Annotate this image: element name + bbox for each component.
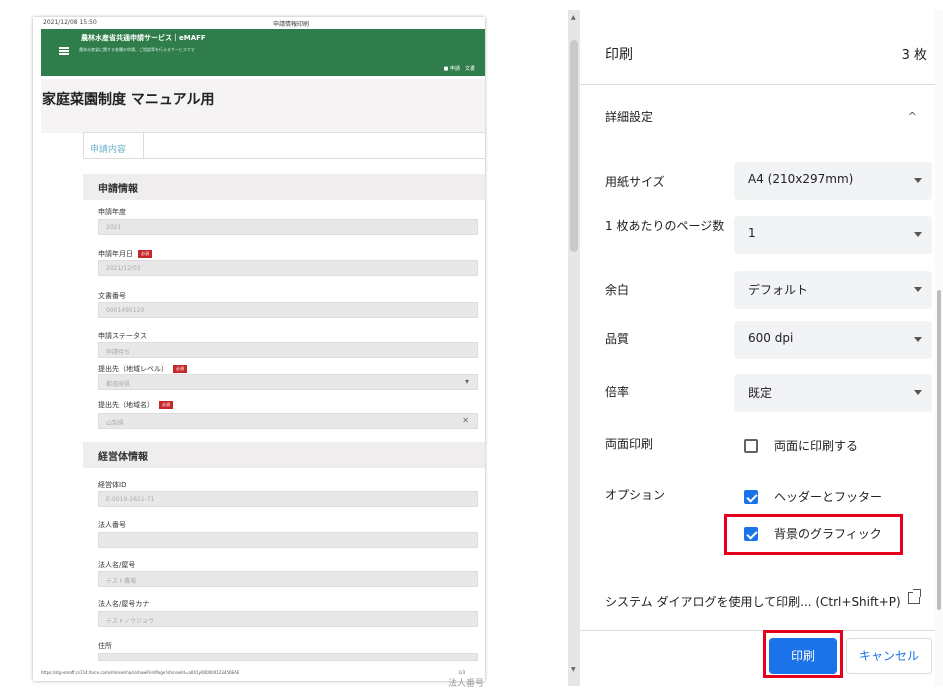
headers-footers-label[interactable]: ヘッダーとフッター bbox=[774, 488, 882, 505]
field-label: 法人名/屋号カナ bbox=[98, 600, 150, 608]
scroll-down-icon[interactable]: ▼ bbox=[571, 666, 576, 673]
background-graphics-checkbox[interactable] bbox=[744, 527, 758, 541]
field-value: 2021/12/03 bbox=[98, 260, 478, 276]
preview-scrollbar[interactable]: ▲ ▼ bbox=[568, 10, 580, 686]
divider bbox=[580, 84, 935, 85]
print-button[interactable]: 印刷 bbox=[769, 638, 837, 674]
field-label: 文書番号 bbox=[98, 292, 126, 300]
print-preview-area: 2021/12/08 15:50 申請情報印刷 農林水産省共通申請サービス｜eM… bbox=[0, 0, 568, 689]
margins-select[interactable]: デフォルト bbox=[734, 271, 932, 309]
field-value: 申請待ち bbox=[98, 342, 478, 358]
preview-scrollbar-thumb[interactable] bbox=[570, 40, 578, 252]
caret-down-icon bbox=[914, 390, 922, 395]
field-value: E-0019-1611-71 bbox=[98, 491, 478, 507]
caret-down-icon bbox=[914, 287, 922, 292]
next-page-peek-text: 法人番号 bbox=[448, 679, 485, 689]
banner-buttons: ■ 申請 文書 bbox=[443, 66, 475, 72]
caret-down-icon bbox=[914, 337, 922, 342]
duplex-checkbox[interactable] bbox=[744, 439, 758, 453]
pages-per-sheet-select[interactable]: 1 bbox=[734, 216, 932, 254]
chevron-down-icon: ▾ bbox=[464, 377, 469, 386]
quality-label: 品質 bbox=[605, 332, 630, 346]
field-label: 住所 bbox=[98, 642, 112, 650]
section-management-info: 経営体情報 bbox=[83, 442, 485, 468]
field-label: 法人番号 bbox=[98, 521, 126, 529]
page-number: 1/3 bbox=[458, 670, 465, 675]
required-badge: 必須 bbox=[173, 365, 187, 373]
banner-title: 農林水産省共通申請サービス｜eMAFF bbox=[81, 34, 206, 42]
tab-bar: 申請内容 bbox=[83, 132, 485, 159]
field-value: テスト農場 bbox=[98, 571, 478, 587]
scroll-up-icon[interactable]: ▲ bbox=[571, 14, 576, 21]
panel-scrollbar-thumb[interactable] bbox=[937, 290, 941, 610]
field-value: 山梨県 ✕ bbox=[98, 413, 478, 429]
field-label: 申請年度 bbox=[98, 208, 126, 216]
required-badge: 必須 bbox=[138, 250, 152, 258]
duplex-label: 両面印刷 bbox=[605, 437, 654, 451]
headers-footers-checkbox[interactable] bbox=[744, 490, 758, 504]
quality-select[interactable]: 600 dpi bbox=[734, 321, 932, 359]
hamburger-menu-icon bbox=[59, 47, 69, 55]
field-label: 提出先（地域名） 必須 bbox=[98, 400, 173, 410]
pages-per-sheet-label: 1 枚あたりのページ数 bbox=[605, 219, 725, 233]
advanced-settings-toggle[interactable]: 詳細設定 bbox=[605, 108, 653, 125]
panel-scrollbar[interactable] bbox=[935, 10, 943, 686]
margins-label: 余白 bbox=[605, 283, 630, 297]
duplex-option-label[interactable]: 両面に印刷する bbox=[774, 437, 858, 454]
site-banner: 農林水産省共通申請サービス｜eMAFF 農林水産省に関する各種の申請、ご相談等を… bbox=[41, 29, 485, 76]
field-label: 申請年月日 必須 bbox=[98, 249, 152, 259]
caret-down-icon bbox=[914, 232, 922, 237]
banner-subtitle: 農林水産省に関する各種の申請、ご相談等を行えるサービスです bbox=[79, 47, 195, 52]
page-footer-url: https://stg-emaff.cs114.force.com/shinse… bbox=[41, 670, 240, 675]
tab-apply-content: 申請内容 bbox=[84, 133, 144, 159]
field-label: 提出先（地域レベル） 必須 bbox=[98, 364, 187, 374]
field-label: 申請ステータス bbox=[98, 332, 147, 340]
cancel-button[interactable]: キャンセル bbox=[846, 638, 932, 674]
system-dialog-link[interactable]: システム ダイアログを使用して印刷... (Ctrl+Shift+P) bbox=[605, 593, 901, 610]
print-settings-panel: 印刷 3 枚 詳細設定 ^ 用紙サイズ A4 (210x297mm) 1 枚あた… bbox=[580, 10, 943, 686]
paper-size-label: 用紙サイズ bbox=[605, 175, 665, 189]
field-value: 都道府県 ▾ bbox=[98, 374, 478, 390]
preview-page: 2021/12/08 15:50 申請情報印刷 農林水産省共通申請サービス｜eM… bbox=[33, 17, 485, 681]
section-apply-info: 申請情報 bbox=[83, 174, 485, 200]
external-link-icon[interactable] bbox=[908, 589, 921, 604]
field-value: 0001495120 bbox=[98, 302, 478, 318]
options-label: オプション bbox=[605, 488, 666, 502]
close-icon: ✕ bbox=[462, 416, 469, 425]
field-value bbox=[98, 653, 478, 661]
field-label: 法人名/屋号 bbox=[98, 561, 136, 569]
scale-label: 倍率 bbox=[605, 385, 630, 399]
field-value: 2021 bbox=[98, 219, 478, 235]
field-label: 経営体ID bbox=[98, 481, 127, 489]
header-date: 2021/12/08 15:50 bbox=[43, 19, 97, 26]
caret-down-icon bbox=[914, 178, 922, 183]
print-title: 印刷 bbox=[605, 47, 633, 63]
background-graphics-label[interactable]: 背景のグラフィック bbox=[774, 525, 882, 542]
scale-select[interactable]: 既定 bbox=[734, 374, 932, 412]
document-title: 家庭菜園制度 マニュアル用 bbox=[41, 79, 485, 133]
required-badge: 必須 bbox=[159, 401, 173, 409]
field-value: テストノウジョウ bbox=[98, 611, 478, 627]
paper-size-select[interactable]: A4 (210x297mm) bbox=[734, 162, 932, 200]
sheet-count: 3 枚 bbox=[901, 48, 927, 63]
divider bbox=[580, 630, 935, 631]
header-page-title: 申請情報印刷 bbox=[273, 21, 310, 28]
field-value bbox=[98, 532, 478, 548]
chevron-up-icon[interactable]: ^ bbox=[908, 110, 917, 123]
